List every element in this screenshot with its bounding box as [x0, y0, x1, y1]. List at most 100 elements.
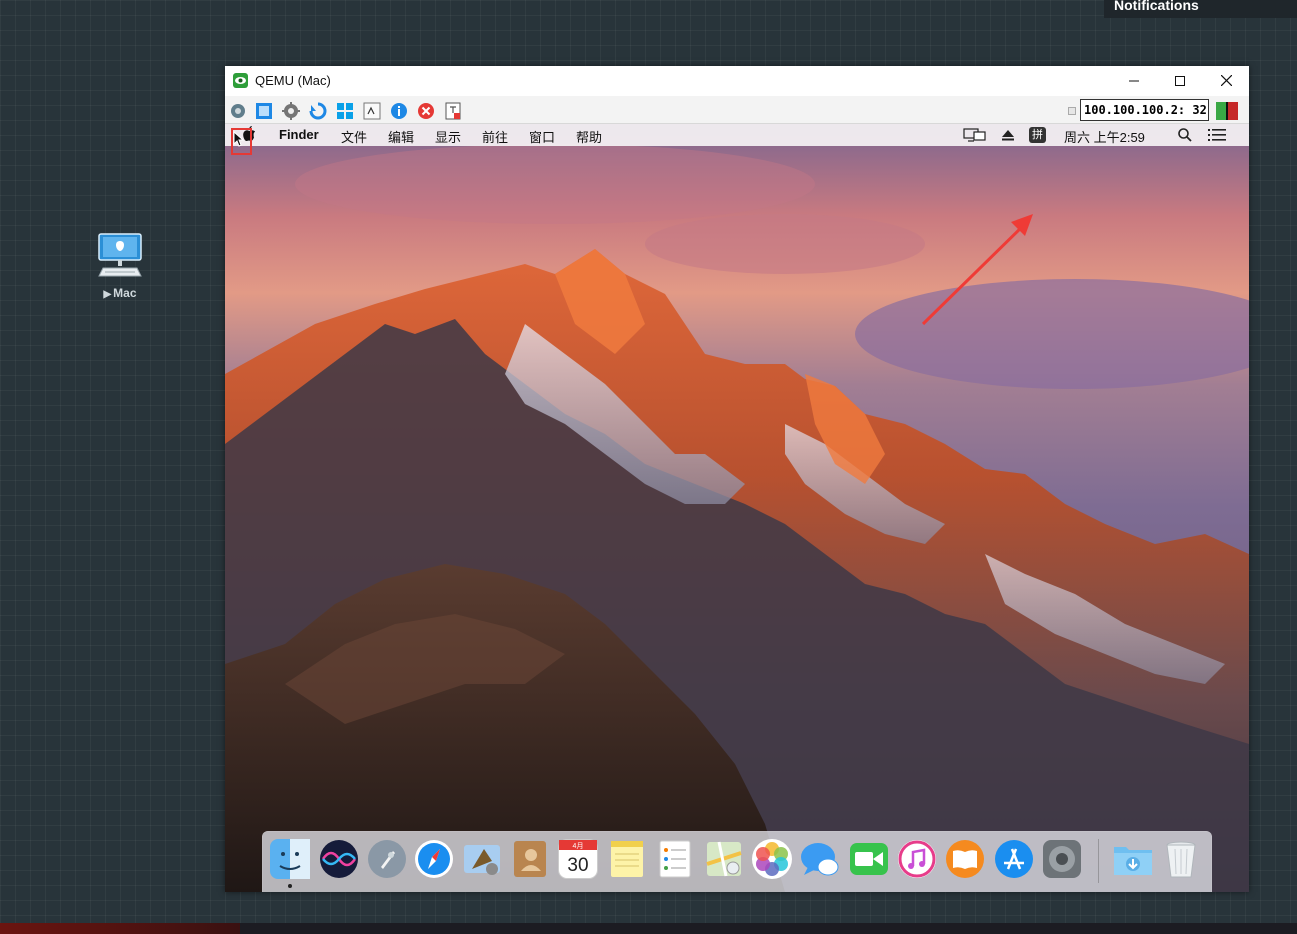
terminal-button[interactable] — [362, 101, 382, 121]
contacts-icon — [514, 841, 546, 877]
dock-calendar[interactable]: 4月 30 — [558, 839, 598, 879]
mail-icon — [464, 845, 500, 875]
system-preferences-icon — [1043, 840, 1081, 878]
dock-notes[interactable] — [607, 839, 647, 879]
reminders-icon — [659, 840, 691, 878]
maximize-button[interactable] — [1157, 66, 1203, 95]
play-icon: ▶ — [103, 289, 112, 300]
messages-icon — [801, 843, 839, 876]
dock-app-store[interactable] — [994, 839, 1034, 879]
camera-icon — [231, 104, 245, 118]
minimize-button[interactable] — [1111, 66, 1157, 95]
annotation-arrow — [921, 214, 1033, 326]
dock-mail[interactable] — [462, 839, 502, 879]
dock-separator — [1098, 839, 1099, 883]
eject-icon — [1002, 130, 1014, 141]
dock-reminders[interactable] — [655, 839, 695, 879]
menu-help[interactable]: 帮助 — [576, 127, 602, 146]
photos-icon — [756, 842, 788, 876]
menu-edit[interactable]: 编辑 — [388, 127, 414, 146]
dock-ibooks[interactable] — [945, 839, 985, 879]
mac-dock: 4月 30 — [262, 831, 1212, 892]
qemu-eye-icon — [233, 73, 248, 88]
minimize-icon — [1129, 80, 1139, 81]
menu-app-finder[interactable]: Finder — [279, 127, 319, 142]
notifications-bar[interactable]: Notifications — [1104, 0, 1297, 18]
maximize-icon — [1175, 75, 1185, 86]
refresh-button[interactable] — [308, 101, 328, 121]
dock-finder[interactable] — [270, 839, 310, 879]
trash-icon — [1166, 841, 1196, 878]
desktop-node-mac[interactable]: ▶ Mac — [88, 232, 152, 300]
disconnect-button[interactable] — [443, 101, 463, 121]
menu-go[interactable]: 前往 — [482, 127, 508, 146]
host-taskbar-accent — [0, 923, 240, 934]
dock-launchpad[interactable] — [367, 839, 407, 879]
window-titlebar[interactable]: QEMU (Mac) — [225, 66, 1249, 95]
mac-screen[interactable]: Finder 文件 编辑 显示 前往 窗口 帮助 拼 周六 上午2:59 4月 … — [225, 124, 1249, 892]
safari-icon — [415, 840, 453, 878]
info-button[interactable] — [389, 101, 409, 121]
launchpad-icon — [368, 840, 406, 878]
dock-trash[interactable] — [1161, 839, 1201, 879]
dock-photos[interactable] — [752, 839, 792, 879]
menu-file[interactable]: 文件 — [341, 127, 367, 146]
disconnect-icon — [445, 102, 461, 120]
connection-status-indicator — [1216, 102, 1238, 120]
mountain-wallpaper — [225, 124, 1249, 892]
screenshot-button[interactable] — [228, 101, 248, 121]
apple-computer-icon — [95, 232, 145, 280]
list-icon — [1208, 129, 1226, 141]
dock-facetime[interactable] — [849, 839, 889, 879]
status-red — [1228, 102, 1238, 120]
stop-button[interactable] — [416, 101, 436, 121]
dock-siri[interactable] — [319, 839, 359, 879]
downloads-folder-icon — [1114, 847, 1152, 875]
dock-messages[interactable] — [800, 839, 840, 879]
finder-icon — [270, 839, 310, 879]
notifications-label: Notifications — [1114, 0, 1199, 13]
svg-text:4月: 4月 — [573, 842, 584, 850]
cursor-highlight-box — [231, 128, 252, 155]
menubar-clock[interactable]: 周六 上午2:59 — [1064, 127, 1145, 146]
address-field[interactable]: 100.100.100.2: 32 — [1080, 99, 1209, 121]
ibooks-icon — [946, 840, 984, 878]
close-icon — [1220, 75, 1232, 86]
status-green — [1216, 102, 1226, 120]
toolbar-separator — [1068, 107, 1076, 115]
terminal-icon — [363, 102, 381, 120]
dock-contacts[interactable] — [510, 839, 550, 879]
close-button[interactable] — [1203, 66, 1249, 95]
maps-icon — [706, 841, 742, 877]
facetime-icon — [850, 843, 888, 875]
dock-downloads[interactable] — [1112, 839, 1152, 879]
finder-running-indicator — [288, 884, 292, 888]
app-store-icon — [995, 840, 1033, 878]
dock-itunes[interactable] — [897, 839, 937, 879]
spotlight-search[interactable] — [1178, 128, 1192, 145]
desktop-node-label: ▶ Mac — [103, 286, 137, 300]
eject-menu[interactable] — [1002, 129, 1014, 144]
display-mirroring-menu[interactable] — [963, 128, 987, 145]
display-mirroring-icon — [963, 128, 986, 142]
notification-center[interactable] — [1208, 129, 1226, 144]
refresh-icon — [309, 102, 327, 120]
windows-logo-icon — [337, 103, 353, 119]
window-title: QEMU (Mac) — [255, 73, 331, 88]
dock-safari[interactable] — [414, 839, 454, 879]
fullscreen-icon — [256, 103, 272, 119]
siri-icon — [320, 840, 358, 878]
fullscreen-button[interactable] — [254, 101, 274, 121]
input-method-menu[interactable]: 拼 — [1029, 127, 1046, 143]
windows-button[interactable] — [335, 101, 355, 121]
dock-system-preferences[interactable] — [1042, 839, 1082, 879]
menu-window[interactable]: 窗口 — [529, 127, 555, 146]
svg-text:30: 30 — [567, 855, 588, 876]
menu-view[interactable]: 显示 — [435, 127, 461, 146]
mac-menubar: Finder 文件 编辑 显示 前往 窗口 帮助 拼 周六 上午2:59 — [225, 124, 1249, 155]
dock-maps[interactable] — [704, 839, 744, 879]
notes-icon — [611, 841, 643, 877]
itunes-icon — [898, 840, 936, 878]
info-icon — [391, 103, 407, 119]
settings-button[interactable] — [281, 101, 301, 121]
